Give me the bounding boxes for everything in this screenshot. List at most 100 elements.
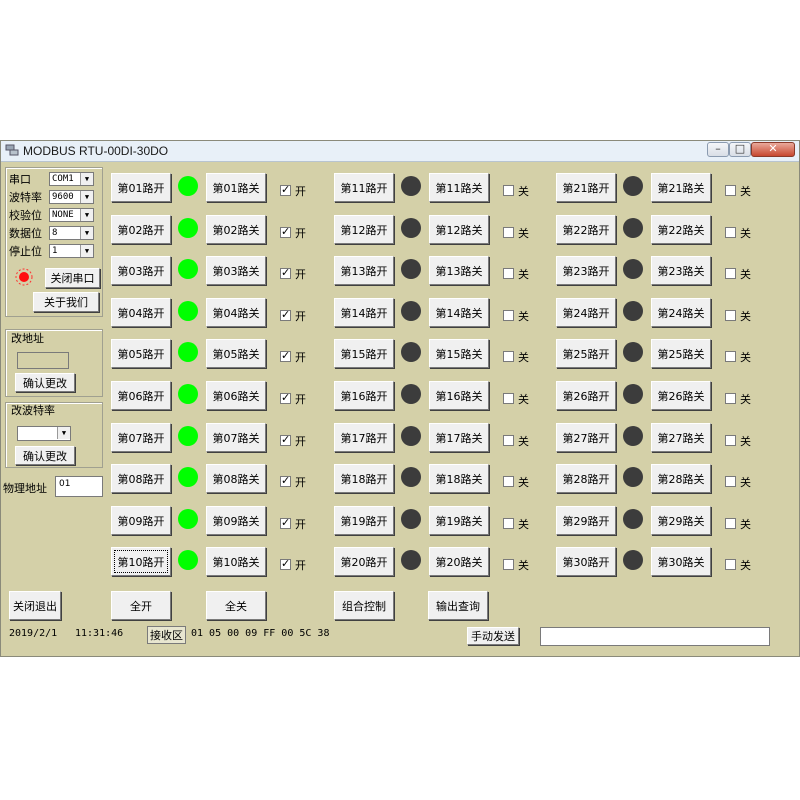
channel-close-button[interactable]: 第26路关: [651, 381, 711, 410]
channel-open-button[interactable]: 第11路开: [334, 173, 394, 202]
channel-open-button[interactable]: 第07路开: [111, 423, 171, 452]
channel-open-button[interactable]: 第25路开: [556, 339, 616, 368]
channel-close-button[interactable]: 第27路关: [651, 423, 711, 452]
channel-open-button[interactable]: 第08路开: [111, 464, 171, 493]
channel-state-checkbox[interactable]: [280, 516, 291, 529]
minimize-button[interactable]: –: [707, 142, 729, 157]
channel-close-button[interactable]: 第18路关: [429, 464, 489, 493]
channel-close-button[interactable]: 第01路关: [206, 173, 266, 202]
close-window-button[interactable]: ✕: [751, 142, 795, 157]
channel-state-checkbox[interactable]: [280, 183, 291, 196]
manual-send-input[interactable]: [540, 627, 770, 646]
exit-button[interactable]: 关闭退出: [9, 591, 61, 620]
channel-open-button[interactable]: 第29路开: [556, 506, 616, 535]
channel-close-button[interactable]: 第02路关: [206, 215, 266, 244]
channel-state-checkbox[interactable]: [280, 391, 291, 404]
channel-open-button[interactable]: 第05路开: [111, 339, 171, 368]
channel-open-button[interactable]: 第26路开: [556, 381, 616, 410]
channel-close-button[interactable]: 第17路关: [429, 423, 489, 452]
all-on-button[interactable]: 全开: [111, 591, 171, 620]
channel-open-button[interactable]: 第14路开: [334, 298, 394, 327]
channel-close-button[interactable]: 第07路关: [206, 423, 266, 452]
channel-open-button[interactable]: 第17路开: [334, 423, 394, 452]
channel-close-button[interactable]: 第05路关: [206, 339, 266, 368]
channel-state-checkbox[interactable]: [280, 349, 291, 362]
channel-close-button[interactable]: 第19路关: [429, 506, 489, 535]
databits-select[interactable]: 8 ▼: [49, 226, 94, 240]
channel-state-checkbox[interactable]: [503, 393, 514, 404]
channel-state-checkbox[interactable]: [280, 557, 291, 570]
channel-state-checkbox[interactable]: [725, 435, 736, 446]
channel-state-checkbox[interactable]: [503, 227, 514, 238]
channel-open-button[interactable]: 第30路开: [556, 547, 616, 576]
channel-state-checkbox[interactable]: [280, 266, 291, 279]
channel-open-button[interactable]: 第28路开: [556, 464, 616, 493]
channel-close-button[interactable]: 第24路关: [651, 298, 711, 327]
combo-control-button[interactable]: 组合控制: [334, 591, 394, 620]
channel-open-button[interactable]: 第06路开: [111, 381, 171, 410]
channel-open-button[interactable]: 第18路开: [334, 464, 394, 493]
channel-close-button[interactable]: 第15路关: [429, 339, 489, 368]
channel-close-button[interactable]: 第08路关: [206, 464, 266, 493]
channel-close-button[interactable]: 第06路关: [206, 381, 266, 410]
channel-close-button[interactable]: 第22路关: [651, 215, 711, 244]
channel-open-button[interactable]: 第16路开: [334, 381, 394, 410]
channel-open-button[interactable]: 第09路开: [111, 506, 171, 535]
channel-state-checkbox[interactable]: [725, 351, 736, 362]
channel-state-checkbox[interactable]: [725, 518, 736, 529]
channel-close-button[interactable]: 第12路关: [429, 215, 489, 244]
channel-close-button[interactable]: 第14路关: [429, 298, 489, 327]
channel-open-button[interactable]: 第13路开: [334, 256, 394, 285]
channel-open-button[interactable]: 第12路开: [334, 215, 394, 244]
all-off-button[interactable]: 全关: [206, 591, 266, 620]
channel-close-button[interactable]: 第11路关: [429, 173, 489, 202]
channel-state-checkbox[interactable]: [725, 476, 736, 487]
channel-close-button[interactable]: 第04路关: [206, 298, 266, 327]
channel-close-button[interactable]: 第28路关: [651, 464, 711, 493]
parity-select[interactable]: NONE ▼: [49, 208, 94, 222]
channel-close-button[interactable]: 第25路关: [651, 339, 711, 368]
channel-state-checkbox[interactable]: [725, 393, 736, 404]
confirm-baud-button[interactable]: 确认更改: [15, 446, 75, 465]
channel-state-checkbox[interactable]: [503, 310, 514, 321]
channel-close-button[interactable]: 第29路关: [651, 506, 711, 535]
channel-open-button[interactable]: 第10路开: [111, 547, 171, 576]
channel-close-button[interactable]: 第10路关: [206, 547, 266, 576]
channel-open-button[interactable]: 第23路开: [556, 256, 616, 285]
channel-state-checkbox[interactable]: [503, 518, 514, 529]
channel-close-button[interactable]: 第21路关: [651, 173, 711, 202]
channel-open-button[interactable]: 第24路开: [556, 298, 616, 327]
confirm-address-button[interactable]: 确认更改: [15, 373, 75, 392]
baud-select[interactable]: 9600 ▼: [49, 190, 94, 204]
channel-state-checkbox[interactable]: [280, 225, 291, 238]
channel-close-button[interactable]: 第09路关: [206, 506, 266, 535]
channel-state-checkbox[interactable]: [280, 433, 291, 446]
new-baud-select[interactable]: ▼: [17, 426, 71, 441]
channel-close-button[interactable]: 第13路关: [429, 256, 489, 285]
channel-state-checkbox[interactable]: [503, 185, 514, 196]
channel-open-button[interactable]: 第02路开: [111, 215, 171, 244]
channel-state-checkbox[interactable]: [503, 351, 514, 362]
channel-close-button[interactable]: 第23路关: [651, 256, 711, 285]
channel-close-button[interactable]: 第20路关: [429, 547, 489, 576]
channel-close-button[interactable]: 第16路关: [429, 381, 489, 410]
channel-state-checkbox[interactable]: [725, 268, 736, 279]
channel-state-checkbox[interactable]: [725, 310, 736, 321]
channel-open-button[interactable]: 第04路开: [111, 298, 171, 327]
output-query-button[interactable]: 输出查询: [428, 591, 488, 620]
channel-open-button[interactable]: 第21路开: [556, 173, 616, 202]
channel-state-checkbox[interactable]: [725, 185, 736, 196]
channel-state-checkbox[interactable]: [503, 476, 514, 487]
port-select[interactable]: COM1 ▼: [49, 172, 94, 186]
new-address-input[interactable]: [17, 352, 69, 369]
channel-state-checkbox[interactable]: [280, 474, 291, 487]
channel-state-checkbox[interactable]: [503, 268, 514, 279]
channel-open-button[interactable]: 第20路开: [334, 547, 394, 576]
channel-open-button[interactable]: 第03路开: [111, 256, 171, 285]
manual-send-button[interactable]: 手动发送: [467, 627, 519, 645]
close-port-button[interactable]: 关闭串口: [45, 268, 100, 288]
channel-open-button[interactable]: 第22路开: [556, 215, 616, 244]
channel-state-checkbox[interactable]: [503, 559, 514, 570]
channel-close-button[interactable]: 第30路关: [651, 547, 711, 576]
stopbits-select[interactable]: 1 ▼: [49, 244, 94, 258]
